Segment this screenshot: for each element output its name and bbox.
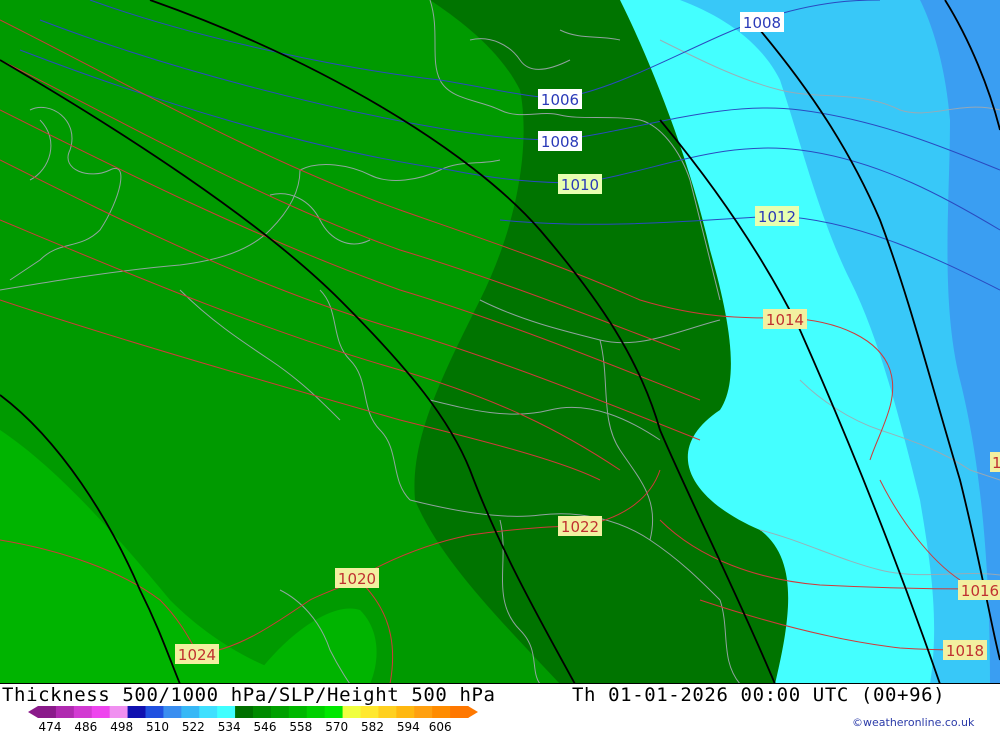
isobar-label-text: 1014 [766,311,804,329]
weather-map: 1008 1006 1008 1010 1012 1014 1016 1018 [0,0,1000,684]
colorbar-tick-label: 522 [182,720,205,732]
isobar-label-text: 1016 [961,582,999,600]
thickness-colorbar: 474 486 498 510 522 534 546 558 570 582 594 606 [28,706,478,732]
colorbar-swatch [288,706,308,718]
colorbar-tick-label: 474 [39,720,62,732]
credit-link[interactable]: ©weatheronline.co.uk [852,716,974,729]
colorbar-swatch [181,706,200,718]
colorbar-swatch [432,706,451,718]
isobar-label-1016: 1016 [958,580,1000,600]
colorbar-swatch [378,706,397,718]
isobar-label-1024: 1024 [175,644,219,664]
isobar-label-1008-top: 1008 [740,12,784,32]
colorbar-tick-label: 606 [429,720,452,732]
colorbar-swatch [253,706,272,718]
colorbar-tick-label: 582 [361,720,384,732]
isobar-label-text: 1024 [178,646,216,664]
isobar-label-text: 1006 [541,91,579,109]
colorbar-swatch [217,706,236,718]
isobar-label-1012: 1012 [755,206,799,226]
colorbar-swatch [414,706,433,718]
colorbar-swatch [55,706,75,718]
isobar-label-text: 1008 [743,14,781,32]
isobar-label-text: 1020 [338,570,376,588]
colorbar-swatch [91,706,111,718]
isobar-label-text: 1018 [946,642,984,660]
colorbar-swatch [109,706,129,718]
isobar-label-1008: 1008 [538,131,582,151]
colorbar-tick-label: 594 [397,720,420,732]
colorbar-tick-label: 510 [146,720,169,732]
forecast-datetime: Th 01-01-2026 00:00 UTC (00+96) [572,684,946,706]
colorbar-arrow-left [28,706,38,718]
isobar-label-1018-edge: 1018 [990,452,1000,472]
colorbar-swatch [145,706,164,718]
colorbar-swatch [73,706,93,718]
colorbar-tick-label: 570 [325,720,348,732]
colorbar-swatch [199,706,218,718]
isobar-label-1006: 1006 [538,89,582,109]
colorbar-swatch [306,706,326,718]
map-title: Thickness 500/1000 hPa/SLP/Height 500 hP… [2,684,496,706]
colorbar-swatch [235,706,254,718]
colorbar-swatch [38,706,57,718]
colorbar-tick-label: 486 [74,720,97,732]
isobar-label-text: 1008 [541,133,579,151]
isobar-label-text: 1012 [758,208,796,226]
colorbar-swatch [396,706,415,718]
colorbar-tick-label: 498 [110,720,133,732]
isobar-label-1022: 1022 [558,516,602,536]
colorbar-tick-label: 534 [218,720,241,732]
isobar-label-1018: 1018 [943,640,987,660]
colorbar-tick-label: 546 [254,720,277,732]
colorbar-swatch [342,706,361,718]
isobar-label-text: 1010 [561,176,599,194]
colorbar-swatch [270,706,290,718]
isobar-label-1020: 1020 [335,568,379,588]
map-footer: Thickness 500/1000 hPa/SLP/Height 500 hP… [0,684,1000,733]
colorbar-swatch [360,706,379,718]
isobar-label-text: 1018 [992,454,1000,472]
isobar-label-1014: 1014 [763,309,807,329]
isobar-label-1010: 1010 [558,174,602,194]
colorbar-arrow-right [468,706,478,718]
colorbar-swatch [324,706,344,718]
colorbar-swatch [450,706,469,718]
colorbar-swatch [127,706,146,718]
colorbar-swatch [163,706,182,718]
isobar-label-text: 1022 [561,518,599,536]
colorbar-tick-label: 558 [289,720,312,732]
